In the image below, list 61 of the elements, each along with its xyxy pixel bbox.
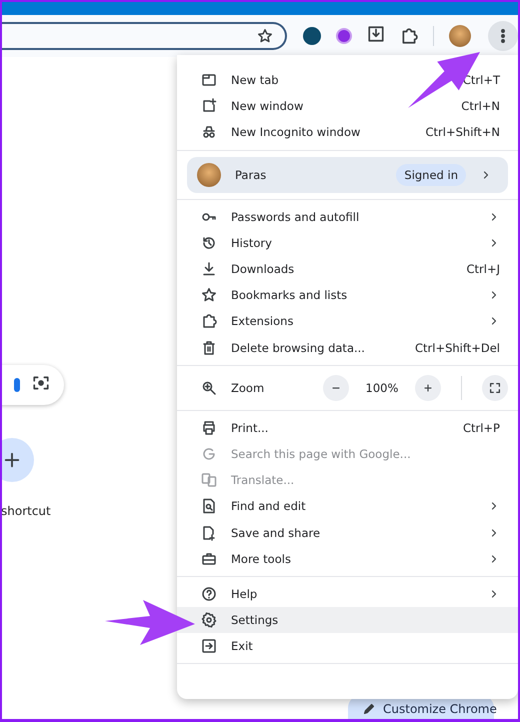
menu-item[interactable]: New window Ctrl+N [177,93,518,120]
menu-item[interactable]: More tools [177,546,518,572]
settings-icon [201,612,217,628]
shortcut-text: Ctrl+Shift+Del [415,340,500,355]
puzzle-icon [201,313,217,330]
shortcut-text: Ctrl+J [466,262,500,276]
incognito-icon [201,124,217,140]
toolbox-icon [201,550,217,567]
shortcut-label: shortcut [2,504,51,518]
plus-icon [422,382,434,394]
menu-item[interactable]: Settings [177,607,518,634]
shortcut-text: Ctrl+Shift+N [426,125,500,140]
fullscreen-icon [488,380,502,395]
extension-icon[interactable] [303,27,321,45]
menu-item[interactable]: Help [177,580,518,607]
find-icon [201,498,217,514]
microphone-icon [14,378,20,392]
signed-in-badge: Signed in [396,164,466,186]
menu-item[interactable]: Exit [177,633,518,660]
menu-item[interactable]: Extensions [177,308,518,334]
avatar [197,162,221,187]
add-shortcut-button[interactable] [2,438,34,482]
zoom-level: 100% [364,380,400,395]
menu-button[interactable] [488,21,518,51]
menu-item[interactable]: Print... Ctrl+P [177,414,518,441]
pencil-icon [362,702,376,716]
download-icon [201,261,217,278]
menu-item[interactable]: Save and share [177,519,518,546]
profile-name: Paras [235,168,268,182]
menu-item[interactable]: Passwords and autofill [177,204,518,230]
menu-label: Zoom [231,380,266,395]
fullscreen-button[interactable] [482,374,508,401]
exit-icon [201,638,217,654]
plus-icon [2,450,22,470]
camera-lens-icon [32,374,50,392]
new-window-icon [201,98,217,114]
history-icon [201,234,217,251]
extension-icon[interactable] [336,28,352,44]
menu-item[interactable]: Delete browsing data... Ctrl+Shift+Del [177,334,518,361]
printer-icon [201,420,217,436]
menu-item[interactable]: Find and edit [177,493,518,520]
menu-item[interactable]: Downloads Ctrl+J [177,256,518,282]
help-icon [201,586,217,602]
puzzle-icon [400,27,418,45]
profile-item[interactable]: Paras Signed in [187,156,508,193]
zoom-icon [201,380,217,396]
profile-avatar[interactable] [449,25,471,47]
address-bar[interactable] [2,22,287,50]
tab-icon [201,72,217,88]
star-icon [257,28,273,44]
translate-icon [201,472,217,488]
menu-item[interactable]: History [177,230,518,256]
shortcut-text: Ctrl+N [461,99,500,114]
menu-item[interactable]: New Incognito window Ctrl+Shift+N [177,119,518,146]
shortcut-text: Ctrl+P [462,420,500,435]
google-g-icon [201,446,217,462]
star-icon [201,287,217,304]
menu-item[interactable]: Bookmarks and lists [177,282,518,308]
trash-icon [201,340,217,356]
download-box-icon [367,25,385,43]
save-icon [201,524,217,541]
